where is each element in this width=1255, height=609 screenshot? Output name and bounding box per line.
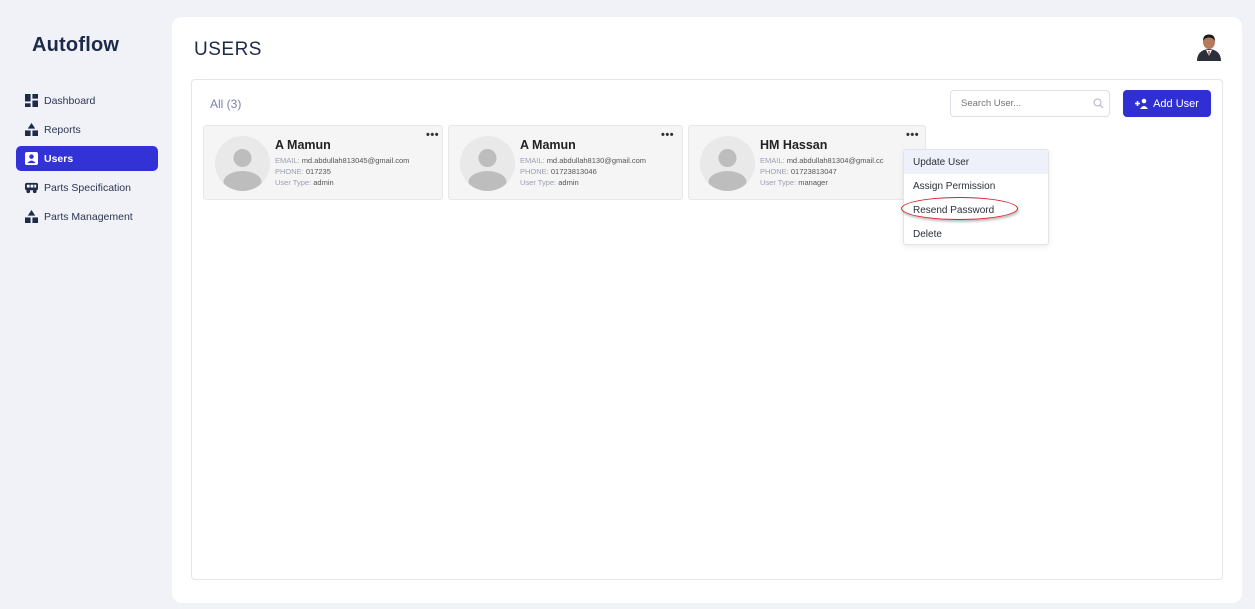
- profile-avatar[interactable]: [1196, 33, 1222, 61]
- user-name: A Mamun: [275, 138, 331, 152]
- user-email: EMAIL: md.abdullah813045@gmail.com: [275, 156, 410, 165]
- user-name: A Mamun: [520, 138, 576, 152]
- sidebar-item-dashboard[interactable]: Dashboard: [16, 88, 158, 113]
- sidebar-item-label: Parts Management: [44, 210, 133, 223]
- user-email: EMAIL: md.abdullah8130@gmail.com: [520, 156, 647, 165]
- sidebar-item-label: Dashboard: [44, 94, 96, 107]
- more-options-icon[interactable]: •••: [906, 129, 919, 141]
- user-type: User Type: manager: [760, 178, 828, 187]
- add-user-label: Add User: [1153, 97, 1199, 110]
- search-icon[interactable]: [1093, 96, 1104, 109]
- reports-icon: [24, 123, 38, 137]
- user-type: User Type: admin: [520, 178, 579, 187]
- menu-item-update-user[interactable]: Update User: [904, 150, 1048, 174]
- user-phone: PHONE: 01723813047: [760, 167, 837, 176]
- bus-icon: [24, 181, 38, 195]
- sidebar-item-users[interactable]: Users: [16, 146, 158, 171]
- user-card: ••• A Mamun EMAIL: md.abdullah8130@gmail…: [448, 125, 683, 200]
- app-logo[interactable]: Autoflow: [32, 34, 119, 57]
- sidebar-item-label: Parts Specification: [44, 181, 131, 194]
- users-container: All (3) Add User ••• A Mamun EMAIL: md.a…: [191, 79, 1223, 580]
- user-email: EMAIL: md.abdullah81304@gmail.cc: [760, 156, 884, 165]
- sidebar: Autoflow Dashboard Reports Users Parts S…: [0, 0, 170, 609]
- sidebar-item-label: Users: [44, 152, 74, 165]
- avatar: [460, 136, 515, 191]
- user-name: HM Hassan: [760, 138, 828, 152]
- sidebar-nav: Dashboard Reports Users Parts Specificat…: [16, 88, 158, 233]
- dashboard-icon: [24, 94, 38, 108]
- add-user-button[interactable]: Add User: [1123, 90, 1211, 117]
- avatar: [700, 136, 755, 191]
- annotation-highlight-circle: [901, 197, 1018, 220]
- filter-all[interactable]: All (3): [210, 97, 241, 111]
- add-user-icon: [1135, 98, 1149, 109]
- sidebar-item-label: Reports: [44, 123, 81, 136]
- users-icon: [24, 152, 38, 166]
- main-panel: USERS All (3) Add User ••• A Mamun EMAIL…: [172, 17, 1242, 603]
- sidebar-item-parts-specification[interactable]: Parts Specification: [16, 175, 158, 200]
- menu-item-delete[interactable]: Delete: [904, 222, 1048, 246]
- user-phone: PHONE: 01723813046: [520, 167, 597, 176]
- parts-icon: [24, 210, 38, 224]
- more-options-icon[interactable]: •••: [661, 129, 674, 141]
- avatar: [215, 136, 270, 191]
- user-type: User Type: admin: [275, 178, 334, 187]
- user-card: ••• A Mamun EMAIL: md.abdullah813045@gma…: [203, 125, 443, 200]
- search-input[interactable]: [950, 90, 1110, 117]
- page-title: USERS: [194, 39, 262, 60]
- user-phone: PHONE: 017235: [275, 167, 331, 176]
- more-options-icon[interactable]: •••: [426, 129, 439, 141]
- sidebar-item-parts-management[interactable]: Parts Management: [16, 204, 158, 229]
- sidebar-item-reports[interactable]: Reports: [16, 117, 158, 142]
- menu-item-assign-permission[interactable]: Assign Permission: [904, 174, 1048, 198]
- user-card: ••• HM Hassan EMAIL: md.abdullah81304@gm…: [688, 125, 926, 200]
